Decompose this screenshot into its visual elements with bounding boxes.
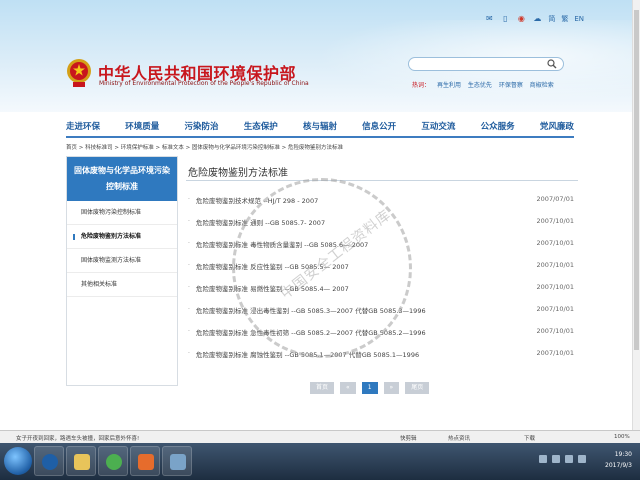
taskbar-browser-icon[interactable] [98, 446, 128, 476]
title-divider [186, 180, 578, 181]
clock-date: 2017/9/3 [605, 462, 632, 469]
hot-word[interactable]: 生态优先 [468, 82, 492, 89]
tray-icon[interactable] [552, 455, 560, 463]
bullet-icon: · [188, 218, 190, 225]
tray-icon[interactable] [539, 455, 547, 463]
nav-item[interactable]: 生态保护 [244, 120, 278, 134]
item-date: 2007/10/01 [536, 349, 574, 357]
browser-page: ✉ ▯ ◉ ☁ 简 繁 EN 中华人民共和国环境保护部 Ministry of … [0, 0, 640, 430]
bullet-icon: · [188, 196, 190, 203]
status-item[interactable]: 热点资讯 [448, 434, 470, 442]
hot-word[interactable]: 商椒检索 [530, 82, 554, 89]
list-item[interactable]: · 危险废物鉴别标准 腐蚀性鉴别 --GB 5085.1—2007 代替GB 50… [188, 347, 574, 369]
search-input[interactable] [408, 57, 564, 71]
taskbar-image-icon[interactable] [162, 446, 192, 476]
bullet-icon: · [188, 262, 190, 269]
item-date: 2007/10/01 [536, 327, 574, 335]
national-emblem-icon [67, 59, 91, 87]
nav-item[interactable]: 环境质量 [125, 120, 159, 134]
hot-words: 热词： 再生利用 生态优先 环保督察 商椒检索 [412, 80, 554, 89]
breadcrumb[interactable]: 首页 > 科技标准司 > 环境保护标准 > 标准文本 > 固体废物与化学品环境污… [66, 143, 343, 151]
item-date: 2007/10/01 [536, 239, 574, 247]
pagination: 首页 « 1 » 尾页 [310, 382, 430, 394]
item-date: 2007/10/01 [536, 217, 574, 225]
sidebar: 固体废物与化学品环境污染控制标准 固体废物污染控制标准 危险废物鉴别方法标准 固… [66, 156, 178, 386]
nav-item[interactable]: 走进环保 [66, 120, 100, 134]
item-date: 2007/10/01 [536, 305, 574, 313]
weibo-icon[interactable]: ◉ [516, 14, 526, 24]
main-nav: 走进环保 环境质量 污染防治 生态保护 核与辐射 信息公开 互动交流 公众服务 … [66, 120, 574, 134]
wechat-icon[interactable]: ☁ [532, 14, 542, 24]
bullet-icon: · [188, 240, 190, 247]
hot-word[interactable]: 再生利用 [437, 82, 461, 89]
nav-item[interactable]: 公众服务 [481, 120, 515, 134]
site-title-english: Ministry of Environmental Protection of … [99, 80, 309, 87]
bullet-icon: · [188, 328, 190, 335]
nav-divider [66, 136, 574, 138]
page-title: 危险废物鉴别方法标准 [188, 168, 288, 179]
bullet-icon: · [188, 284, 190, 291]
bullet-icon: · [188, 306, 190, 313]
nav-item[interactable]: 核与辐射 [303, 120, 337, 134]
first-page-button[interactable]: 首页 [310, 382, 335, 394]
windows-taskbar: 19:30 2017/9/3 [0, 443, 640, 480]
clock[interactable]: 19:30 2017/9/3 [605, 449, 632, 471]
status-item[interactable]: 下载 [524, 434, 535, 442]
mail-icon[interactable]: ✉ [484, 14, 494, 24]
item-date: 2007/10/01 [536, 283, 574, 291]
start-button[interactable] [4, 447, 32, 475]
tray-icon[interactable] [565, 455, 573, 463]
nav-item[interactable]: 信息公开 [362, 120, 396, 134]
prev-page-button[interactable]: « [340, 382, 356, 394]
top-links: ✉ ▯ ◉ ☁ 简 繁 EN [484, 14, 584, 24]
status-item[interactable]: 快剪辑 [400, 434, 417, 442]
sidebar-item-active[interactable]: 危险废物鉴别方法标准 [67, 225, 177, 249]
nav-item[interactable]: 党风廉政 [540, 120, 574, 134]
bullet-icon: · [188, 350, 190, 357]
volume-icon[interactable] [578, 455, 586, 463]
mobile-icon[interactable]: ▯ [500, 14, 510, 24]
nav-item[interactable]: 污染防治 [184, 120, 218, 134]
sidebar-item[interactable]: 固体废物污染控制标准 [67, 201, 177, 225]
taskbar-app-p[interactable] [130, 446, 160, 476]
sidebar-item[interactable]: 固体废物监测方法标准 [67, 249, 177, 273]
sidebar-heading: 固体废物与化学品环境污染控制标准 [67, 157, 177, 201]
clock-time: 19:30 [614, 451, 632, 458]
scrollbar-thumb[interactable] [634, 10, 639, 350]
system-tray [539, 455, 586, 463]
vertical-scrollbar[interactable] [632, 0, 640, 430]
item-date: 2007/07/01 [536, 195, 574, 203]
link-english[interactable]: EN [574, 15, 584, 23]
link-simplified[interactable]: 简 [548, 14, 555, 24]
item-date: 2007/10/01 [536, 261, 574, 269]
link-traditional[interactable]: 繁 [561, 14, 568, 24]
search-icon[interactable] [547, 59, 557, 69]
taskbar-folder-icon[interactable] [66, 446, 96, 476]
browser-status-bar: 女子开夜到回家，路遇车头被撞，回家后意外怀喜! 快剪辑 热点资讯 下载 100% [0, 430, 640, 443]
taskbar-app-k[interactable] [34, 446, 64, 476]
hot-label: 热词： [412, 82, 431, 89]
nav-item[interactable]: 互动交流 [421, 120, 455, 134]
site-header: ✉ ▯ ◉ ☁ 简 繁 EN 中华人民共和国环境保护部 Ministry of … [0, 0, 640, 112]
next-page-button[interactable]: » [383, 382, 400, 394]
last-page-button[interactable]: 尾页 [405, 382, 430, 394]
current-page-button[interactable]: 1 [361, 382, 378, 394]
news-ticker[interactable]: 女子开夜到回家，路遇车头被撞，回家后意外怀喜! [16, 434, 139, 442]
hot-word[interactable]: 环保督察 [499, 82, 523, 89]
sidebar-item[interactable]: 其他相关标准 [67, 273, 177, 297]
zoom-level[interactable]: 100% [614, 434, 630, 440]
